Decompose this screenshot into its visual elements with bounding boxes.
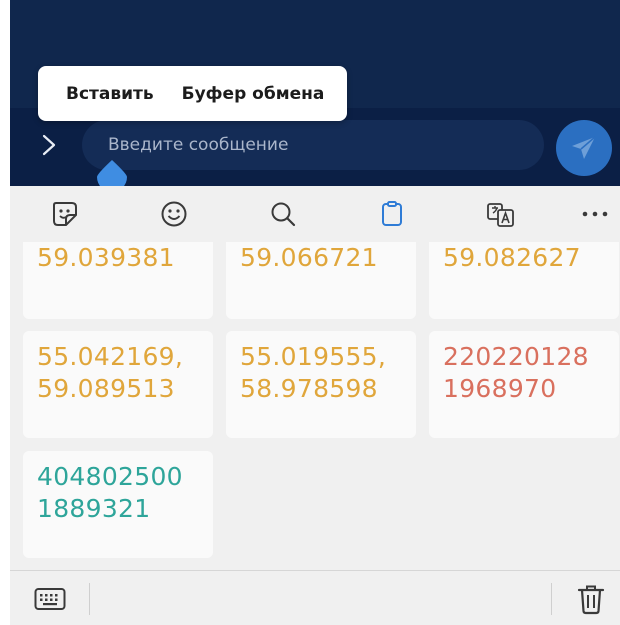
clipboard-item[interactable]: 59.082627	[429, 242, 619, 319]
chevron-right-icon	[42, 134, 56, 156]
clipboard-item[interactable]: 55.042169, 59.089513	[23, 331, 213, 438]
divider	[89, 583, 90, 615]
clipboard-item[interactable]: 55.019555, 58.978598	[226, 331, 416, 438]
clipboard-panel: 59.039381 59.066721 59.082627 55.042169,…	[10, 242, 620, 570]
more-icon	[582, 211, 608, 217]
divider	[551, 583, 552, 615]
clipboard-item-text: 55.019555, 58.978598	[240, 342, 387, 403]
sticker-button[interactable]	[50, 199, 80, 229]
more-button[interactable]	[580, 199, 610, 229]
clipboard-button[interactable]	[377, 199, 407, 229]
clipboard-item[interactable]: 59.066721	[226, 242, 416, 319]
search-icon	[271, 202, 296, 227]
message-input[interactable]	[82, 120, 544, 170]
clipboard-item-text: 55.042169, 59.089513	[37, 342, 184, 403]
delete-button[interactable]	[576, 583, 606, 615]
translate-icon	[487, 203, 514, 227]
clipboard-item[interactable]: 4048025001889321	[23, 451, 213, 558]
clipboard-item[interactable]: 2202201281968970	[429, 331, 619, 438]
clipboard-item-text: 59.039381	[37, 243, 175, 272]
sticker-icon	[53, 202, 77, 226]
expand-button[interactable]	[34, 130, 64, 160]
trash-icon	[577, 585, 605, 615]
clipboard-item-text: 59.066721	[240, 243, 378, 272]
keyboard-icon	[34, 588, 66, 610]
search-button[interactable]	[268, 199, 298, 229]
screen: Вставить Буфер обмена	[10, 0, 620, 625]
keyboard-toolbar	[10, 186, 620, 242]
clipboard-item-text: 2202201281968970	[443, 342, 589, 403]
emoji-button[interactable]	[159, 199, 189, 229]
context-menu: Вставить Буфер обмена	[38, 66, 347, 121]
emoji-icon	[161, 201, 187, 227]
clipboard-item[interactable]: 59.039381	[23, 242, 213, 319]
paste-menu-item[interactable]: Вставить	[38, 84, 168, 104]
clipboard-bottom-bar	[10, 570, 620, 625]
send-icon	[572, 136, 596, 159]
translate-button[interactable]	[486, 199, 516, 229]
clipboard-item-text: 4048025001889321	[37, 462, 183, 523]
send-button[interactable]	[556, 120, 612, 176]
clipboard-item-text: 59.082627	[443, 243, 581, 272]
clipboard-icon	[382, 201, 402, 226]
keyboard-button[interactable]	[32, 585, 68, 613]
clipboard-menu-item[interactable]: Буфер обмена	[168, 84, 339, 104]
